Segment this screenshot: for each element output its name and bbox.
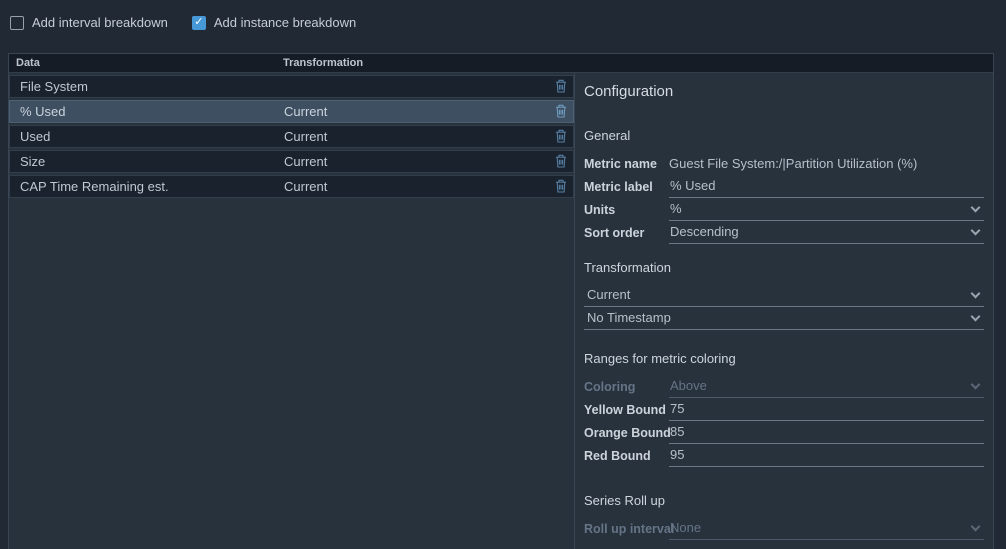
coloring-label: Coloring [584,380,661,394]
ranges-section: Ranges for metric coloring Coloring Abov… [584,351,984,467]
chevron-down-icon [971,312,981,322]
metric-table-header: Data Transformation [9,54,993,73]
row-transformation-cell: Current [284,176,327,197]
timestamp-field: No Timestamp [584,307,984,330]
sort-order-dropdown[interactable]: Descending [669,221,984,244]
rollup-interval-dropdown: None [669,517,984,540]
chevron-down-icon [971,380,981,390]
units-field: Units % [584,198,984,221]
metric-name-field: Metric name Guest File System:/|Partitio… [584,152,984,175]
configuration-panel: Configuration General Metric name Guest … [574,73,993,549]
panel-title: Configuration [584,82,984,102]
chevron-down-icon [971,226,981,236]
general-heading: General [584,128,984,144]
red-bound-field: Red Bound 95 [584,444,984,467]
row-transformation-cell: Current [284,101,327,122]
row-data-cell: Used [20,126,50,147]
orange-bound-input[interactable]: 85 [669,421,984,444]
trash-icon[interactable] [555,179,567,193]
row-data-cell: % Used [20,101,66,122]
units-dropdown[interactable]: % [669,198,984,221]
rollup-section: Series Roll up Roll up interval None [584,493,984,540]
row-transformation-cell: Current [284,126,327,147]
table-row[interactable]: Used Current [9,125,574,148]
table-row[interactable]: Size Current [9,150,574,173]
sort-order-field: Sort order Descending [584,221,984,244]
units-label: Units [584,203,661,217]
coloring-dropdown: Above [669,375,984,398]
metric-label-label: Metric label [584,180,661,194]
table-row[interactable]: File System [9,75,574,98]
interval-checkbox[interactable]: ✓ [10,16,24,30]
yellow-bound-input[interactable]: 75 [669,398,984,421]
trash-icon[interactable] [555,79,567,93]
metric-table-body: File System % Used Current Used Current [9,73,574,549]
row-data-cell: Size [20,151,45,172]
transformation-dropdown[interactable]: Current [584,284,984,307]
checkmark-icon: ✓ [194,17,203,28]
table-row[interactable]: CAP Time Remaining est. Current [9,175,574,198]
table-row[interactable]: % Used Current [9,100,574,123]
metric-label-input[interactable]: % Used [669,175,984,198]
transformation-field: Current [584,284,984,307]
trash-icon[interactable] [555,154,567,168]
red-bound-input[interactable]: 95 [669,444,984,467]
sort-order-label: Sort order [584,226,661,240]
metric-name-label: Metric name [584,157,661,171]
breakdown-toolbar: ✓ Add interval breakdown ✓ Add instance … [10,15,356,30]
ranges-heading: Ranges for metric coloring [584,351,984,367]
yellow-bound-label: Yellow Bound [584,403,661,417]
orange-bound-field: Orange Bound 85 [584,421,984,444]
instance-checkbox[interactable]: ✓ [192,16,206,30]
chevron-down-icon [971,289,981,299]
add-interval-breakdown-checkbox-group[interactable]: ✓ Add interval breakdown [10,15,168,30]
timestamp-dropdown[interactable]: No Timestamp [584,307,984,330]
orange-bound-label: Orange Bound [584,426,661,440]
row-data-cell: File System [20,76,88,97]
add-instance-breakdown-checkbox-group[interactable]: ✓ Add instance breakdown [192,15,356,30]
column-header-data: Data [16,54,40,72]
trash-icon[interactable] [555,104,567,118]
column-header-transformation: Transformation [283,54,363,72]
metric-label-field: Metric label % Used [584,175,984,198]
general-section: General Metric name Guest File System:/|… [584,128,984,244]
metric-editor-panel: Data Transformation File System % Used C… [8,53,994,549]
row-data-cell: CAP Time Remaining est. [20,176,169,197]
metric-name-value: Guest File System:/|Partition Utilizatio… [661,156,917,171]
yellow-bound-field: Yellow Bound 75 [584,398,984,421]
chevron-down-icon [971,203,981,213]
instance-checkbox-label: Add instance breakdown [214,15,356,30]
chevron-down-icon [971,522,981,532]
rollup-heading: Series Roll up [584,493,984,509]
row-transformation-cell: Current [284,151,327,172]
rollup-interval-label: Roll up interval [584,522,661,536]
red-bound-label: Red Bound [584,449,661,463]
transformation-heading: Transformation [584,260,984,276]
transformation-section: Transformation Current No Timestamp [584,260,984,330]
interval-checkbox-label: Add interval breakdown [32,15,168,30]
rollup-interval-field: Roll up interval None [584,517,984,540]
coloring-field: Coloring Above [584,375,984,398]
trash-icon[interactable] [555,129,567,143]
